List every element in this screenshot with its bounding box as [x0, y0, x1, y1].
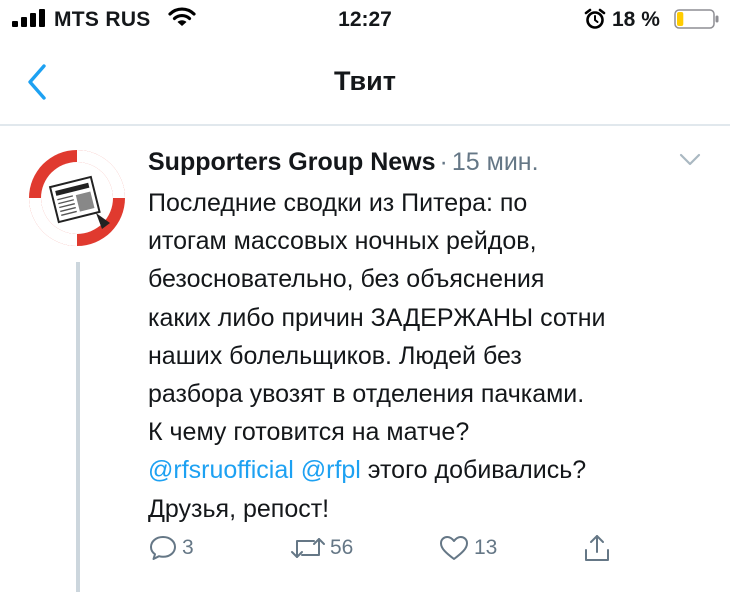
- tweet-line: безосновательно, без объяснения: [148, 265, 545, 294]
- reply-count: 3: [182, 536, 194, 559]
- battery-percent: 18 %: [612, 8, 660, 31]
- tweet-line: итогам массовых ночных рейдов,: [148, 227, 537, 256]
- alarm-icon: [584, 8, 606, 29]
- supporters-logo-icon: [24, 145, 130, 251]
- reply-button[interactable]: 3: [148, 532, 194, 564]
- tweet-line-mentions: @rfsruofficial @rfpl этого добивались?: [148, 451, 718, 489]
- thread-line: [76, 262, 80, 592]
- avatar[interactable]: [24, 145, 130, 251]
- retweet-button[interactable]: 56: [290, 532, 353, 564]
- comment-icon: [150, 536, 176, 560]
- separator-dot: ·: [439, 148, 448, 176]
- tweet-line: разбора увозят в отделения пачками.: [148, 380, 585, 409]
- tweet-line: каких либо причин ЗАДЕРЖАНЫ сотни: [148, 303, 606, 332]
- mention-link[interactable]: @rfpl: [301, 456, 361, 484]
- tweet-line: Последние сводки из Питера: по: [148, 189, 528, 217]
- battery-icon: [674, 9, 719, 29]
- nav-bar: Твит: [0, 44, 730, 124]
- chevron-down-icon[interactable]: [678, 152, 702, 168]
- retweet-icon: [291, 538, 325, 558]
- tweet-line-tail: этого добивались?: [360, 456, 587, 485]
- tweet-line: Друзья, репост!: [148, 494, 330, 523]
- status-bar: MTS RUS 12:27 18 %: [0, 0, 730, 40]
- battery-level-fill: [677, 12, 684, 26]
- author-name[interactable]: Supporters Group News: [148, 148, 436, 176]
- nav-divider: [0, 124, 730, 126]
- page-title: Твит: [334, 66, 396, 96]
- tweet-time: 15 мин.: [451, 148, 539, 176]
- like-button[interactable]: 13: [438, 532, 497, 564]
- retweet-count: 56: [330, 536, 354, 559]
- share-button[interactable]: [582, 532, 612, 564]
- tweet-text: Последние сводки из Питера: по итогам ма…: [148, 184, 718, 528]
- tweet-line: К чему готовится на матче?: [148, 418, 470, 447]
- tweet-header: Supporters Group News · 15 мин.: [148, 148, 539, 177]
- tweet-line: наших болельщиков. Людей без: [148, 341, 522, 370]
- mention-link[interactable]: @rfsruofficial: [148, 456, 294, 484]
- share-icon: [585, 535, 609, 561]
- heart-icon: [440, 536, 468, 560]
- like-count: 13: [474, 536, 498, 559]
